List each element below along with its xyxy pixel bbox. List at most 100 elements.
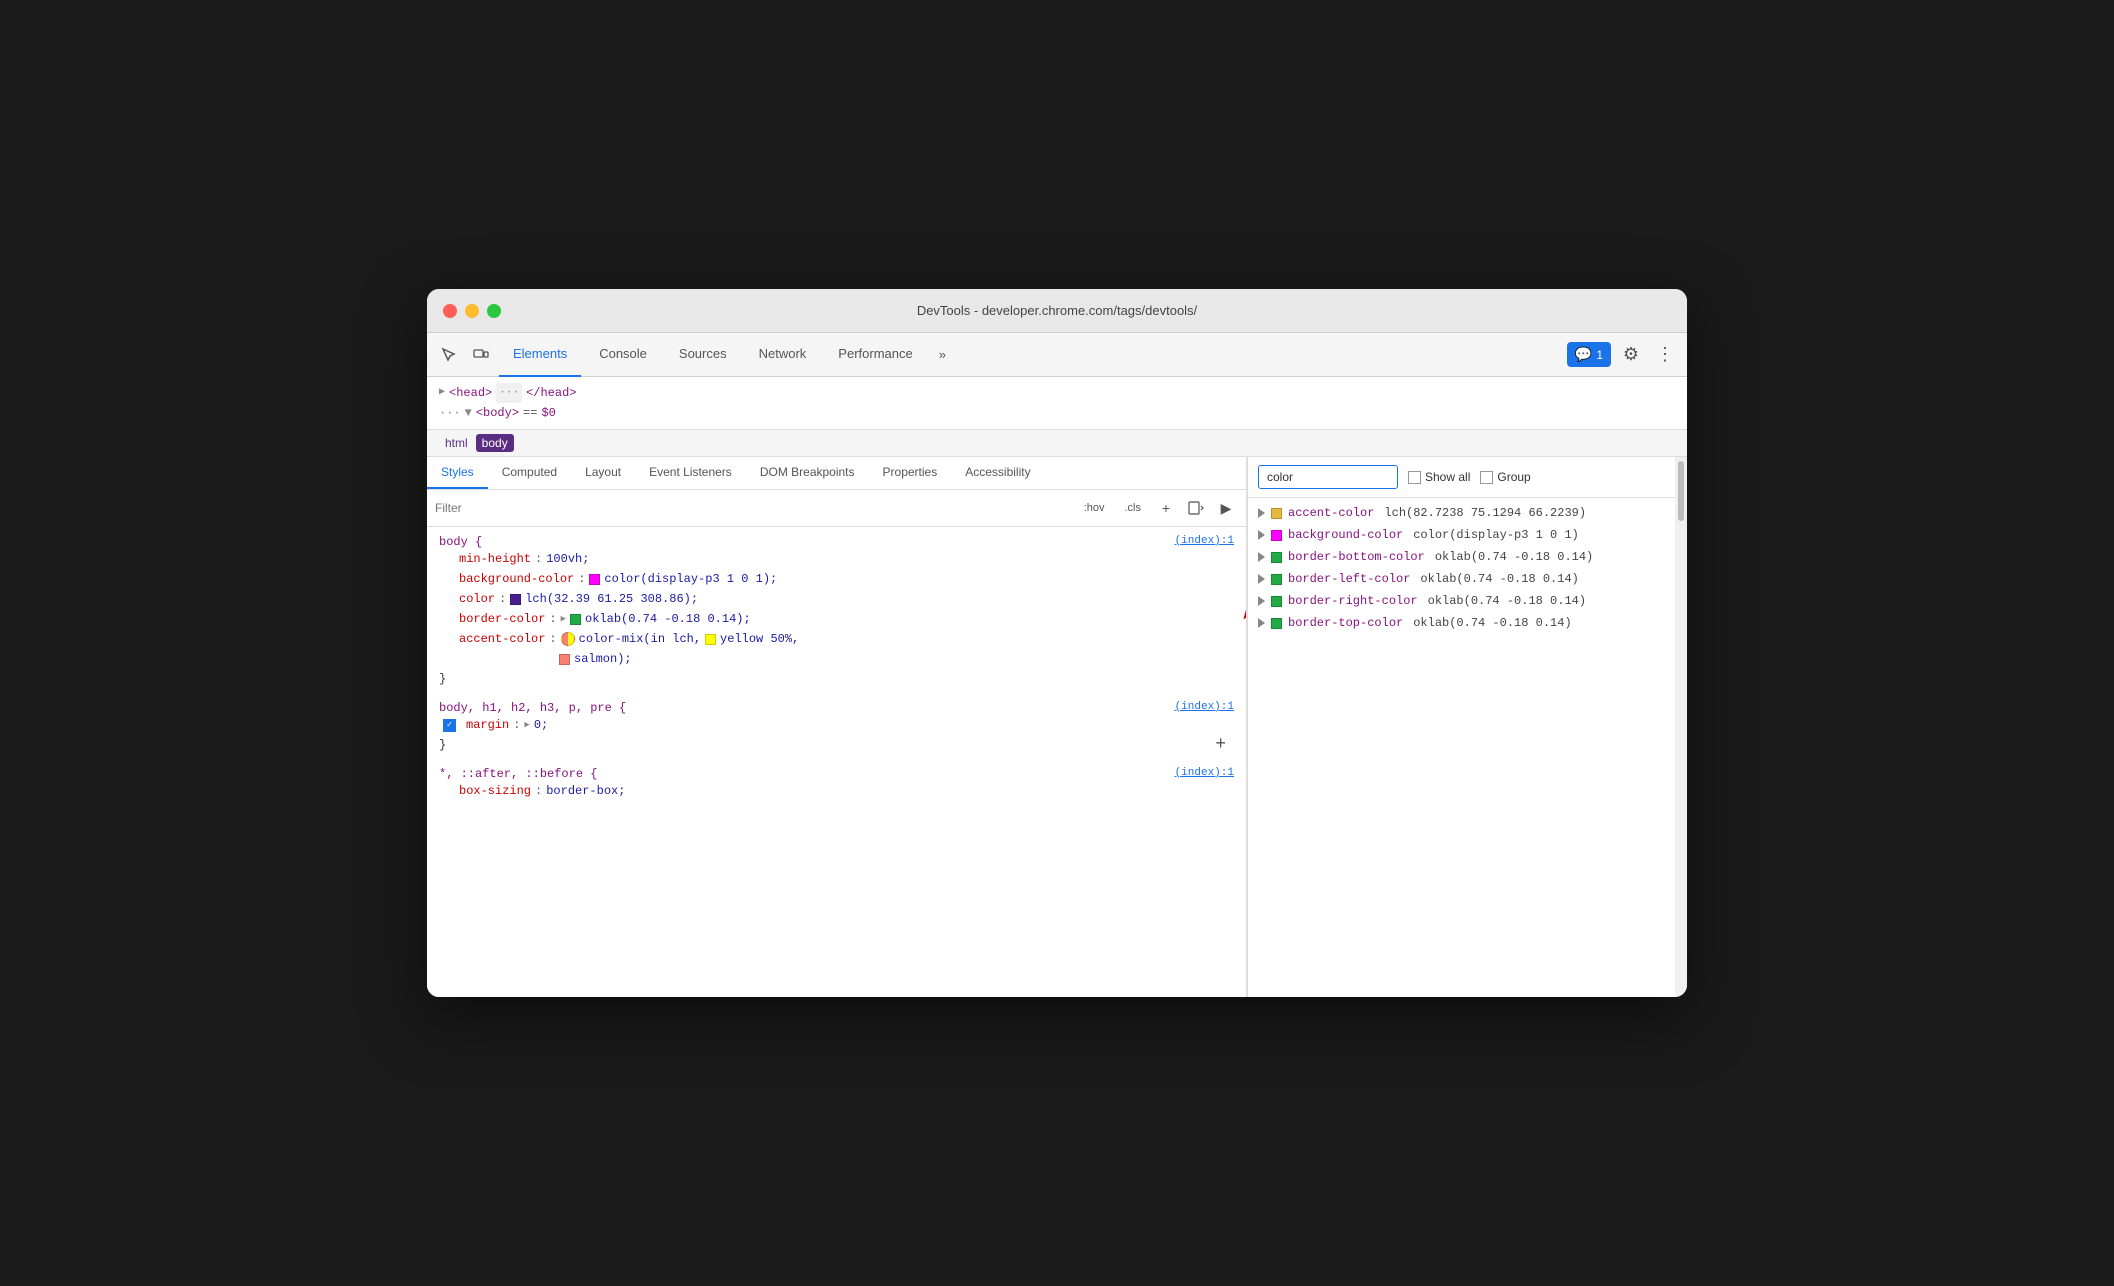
device-toggle-icon[interactable] — [467, 341, 495, 369]
css-prop-value-bg[interactable]: color(display-p3 1 0 1); — [604, 569, 777, 589]
bg-computed-swatch[interactable] — [1271, 530, 1282, 541]
tab-network[interactable]: Network — [745, 333, 821, 377]
notifications-badge[interactable]: 💬 1 — [1567, 342, 1611, 367]
close-button[interactable] — [443, 304, 457, 318]
css-prop-value-box-sizing[interactable]: border-box; — [546, 781, 625, 801]
css-prop-value-accent2[interactable]: yellow 50%, — [720, 629, 799, 649]
css-prop-value-color[interactable]: lch(32.39 61.25 308.86); — [525, 589, 698, 609]
computed-item-border-left: border-left-color oklab(0.74 -0.18 0.14) — [1248, 568, 1675, 590]
css-selector-universal: *, ::after, ::before { — [439, 767, 597, 781]
tab-dom-breakpoints[interactable]: DOM Breakpoints — [746, 457, 869, 489]
css-prop-name-bg[interactable]: background-color — [439, 569, 574, 589]
border-top-swatch[interactable] — [1271, 618, 1282, 629]
dom-eq: == — [523, 403, 537, 423]
border-swatch[interactable] — [570, 614, 581, 625]
dom-ellipsis[interactable]: ··· — [496, 383, 522, 403]
group-label[interactable]: Group — [1480, 470, 1530, 484]
more-options-icon[interactable]: ⋮ — [1651, 341, 1679, 369]
tab-console[interactable]: Console — [585, 333, 661, 377]
margin-expand-arrow[interactable]: ▶ — [524, 715, 529, 735]
cls-button[interactable]: .cls — [1118, 499, 1149, 517]
css-rule-universal: *, ::after, ::before { (index):1 box-siz… — [439, 767, 1234, 801]
inspect-icon[interactable] — [435, 341, 463, 369]
dom-body-row[interactable]: ··· ▼ <body> == $0 — [439, 403, 1675, 423]
bg-color-swatch[interactable] — [589, 574, 600, 585]
traffic-lights — [443, 304, 501, 318]
tab-sources[interactable]: Sources — [665, 333, 741, 377]
computed-search-bar: Show all Group — [1248, 457, 1675, 498]
computed-item-accent-header[interactable]: accent-color lch(82.7238 75.1294 66.2239… — [1258, 506, 1663, 520]
computed-item-border-bottom-header[interactable]: border-bottom-color oklab(0.74 -0.18 0.1… — [1258, 550, 1663, 564]
add-style-icon[interactable]: + — [1154, 496, 1178, 520]
breadcrumb-body[interactable]: body — [476, 434, 514, 452]
show-all-checkbox[interactable] — [1408, 471, 1421, 484]
computed-item-border-right-header[interactable]: border-right-color oklab(0.74 -0.18 0.14… — [1258, 594, 1663, 608]
new-style-rule-icon[interactable] — [1184, 496, 1208, 520]
border-left-swatch[interactable] — [1271, 574, 1282, 585]
tab-accessibility[interactable]: Accessibility — [951, 457, 1044, 489]
minimize-button[interactable] — [465, 304, 479, 318]
css-prop-value-min-height[interactable]: 100vh; — [546, 549, 589, 569]
tab-properties[interactable]: Properties — [869, 457, 952, 489]
css-prop-value-border[interactable]: oklab(0.74 -0.18 0.14); — [585, 609, 751, 629]
computed-item-border-left-header[interactable]: border-left-color oklab(0.74 -0.18 0.14) — [1258, 572, 1663, 586]
tab-performance[interactable]: Performance — [824, 333, 926, 377]
css-prop-name-border[interactable]: border-color — [439, 609, 545, 629]
accent-mix-swatch[interactable] — [561, 632, 575, 646]
border-right-prop-name: border-right-color — [1288, 594, 1418, 608]
css-prop-name-min-height[interactable]: min-height — [439, 549, 531, 569]
tab-elements[interactable]: Elements — [499, 333, 581, 377]
filter-input[interactable] — [435, 501, 1071, 515]
salmon-swatch[interactable] — [559, 654, 570, 665]
dom-head-row[interactable]: ▶ <head> ··· </head> — [439, 383, 1675, 403]
border-bottom-swatch[interactable] — [1271, 552, 1282, 563]
border-bottom-expand-arrow[interactable] — [1258, 552, 1265, 562]
border-expand-arrow[interactable]: ▶ — [561, 609, 566, 629]
accent-computed-swatch[interactable] — [1271, 508, 1282, 519]
tab-styles[interactable]: Styles — [427, 457, 488, 489]
css-prop-value-salmon[interactable]: salmon); — [574, 649, 632, 669]
css-source-h1[interactable]: (index):1 — [1175, 701, 1234, 713]
more-tabs-button[interactable]: » — [931, 343, 954, 366]
right-panel-scrollbar[interactable] — [1675, 457, 1687, 997]
dom-head-tag: <head> — [449, 383, 492, 403]
css-prop-name-margin[interactable]: margin — [460, 715, 509, 735]
css-prop-value-accent1[interactable]: color-mix(in lch, — [579, 629, 701, 649]
css-prop-name-color[interactable]: color — [439, 589, 495, 609]
computed-item-bg-header[interactable]: background-color color(display-p3 1 0 1) — [1258, 528, 1663, 542]
margin-checkbox[interactable] — [443, 719, 456, 732]
group-checkbox[interactable] — [1480, 471, 1493, 484]
css-prop-name-accent[interactable]: accent-color — [439, 629, 545, 649]
tab-computed[interactable]: Computed — [488, 457, 571, 489]
border-right-swatch[interactable] — [1271, 596, 1282, 607]
add-property-button[interactable]: + — [1215, 735, 1234, 755]
yellow-swatch[interactable] — [705, 634, 716, 645]
accent-expand-arrow[interactable] — [1258, 508, 1265, 518]
settings-icon[interactable]: ⚙ — [1617, 341, 1645, 369]
css-rule-body-h1: body, h1, h2, h3, p, pre { (index):1 mar… — [439, 701, 1234, 755]
dom-expand-arrow[interactable]: ▶ — [439, 383, 445, 403]
tab-layout[interactable]: Layout — [571, 457, 635, 489]
devtools-toolbar: Elements Console Sources Network Perform… — [427, 333, 1687, 377]
hov-button[interactable]: :hov — [1077, 499, 1112, 517]
computed-item-border-top-header[interactable]: border-top-color oklab(0.74 -0.18 0.14) — [1258, 616, 1663, 630]
breadcrumb-html[interactable]: html — [439, 434, 474, 452]
maximize-button[interactable] — [487, 304, 501, 318]
css-prop-name-box-sizing[interactable]: box-sizing — [439, 781, 531, 801]
border-top-expand-arrow[interactable] — [1258, 618, 1265, 628]
show-all-label[interactable]: Show all — [1408, 470, 1470, 484]
border-left-expand-arrow[interactable] — [1258, 574, 1265, 584]
color-swatch[interactable] — [510, 594, 521, 605]
border-right-expand-arrow[interactable] — [1258, 596, 1265, 606]
css-source-universal[interactable]: (index):1 — [1175, 767, 1234, 779]
scrollbar-thumb[interactable] — [1678, 461, 1684, 521]
css-prop-value-margin[interactable]: 0; — [534, 715, 548, 735]
css-rule-body-header: body { (index):1 — [439, 535, 1234, 549]
bg-expand-arrow[interactable] — [1258, 530, 1265, 540]
tab-event-listeners[interactable]: Event Listeners — [635, 457, 746, 489]
css-prop-min-height: min-height : 100vh; — [439, 549, 1234, 569]
css-rule-body: body { (index):1 min-height : 100vh; bac… — [439, 535, 1234, 689]
toggle-element-state-icon[interactable]: ▶ — [1214, 496, 1238, 520]
computed-search-input[interactable] — [1258, 465, 1398, 489]
css-source-body[interactable]: (index):1 — [1175, 535, 1234, 547]
